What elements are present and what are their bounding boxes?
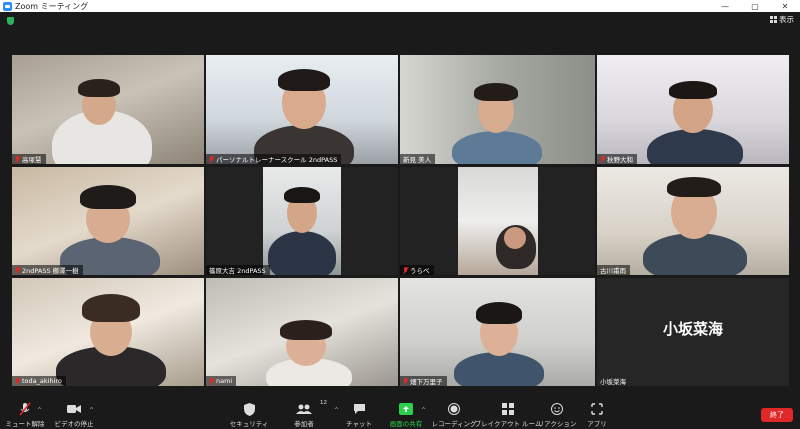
video-tile[interactable]: 秋野大和 [597,55,789,164]
participant-name: nami [206,376,237,386]
participant-name: 秋野大和 [597,154,637,164]
breakout-rooms-button[interactable]: ブレイクアウト ルーム [475,397,541,429]
view-button[interactable]: 表示 [770,14,794,25]
person-hair [278,69,330,91]
security-shield-icon[interactable] [7,17,14,25]
share-screen-icon: ^ [399,401,426,417]
person-hair [474,83,518,101]
chat-bubble-icon [353,401,366,417]
video-tile[interactable]: 畑下万里子 [400,278,595,386]
video-tile-active-speaker[interactable]: 新見 美人 [400,55,595,164]
share-screen-button[interactable]: ^ 画面の共有 [387,397,426,429]
end-meeting-button[interactable]: 終了 [761,408,793,422]
unmute-button[interactable]: ^ ミュート解除 [5,397,45,429]
person-hair [284,187,320,203]
person-hair [80,185,136,209]
participant-name: 畑下万里子 [400,376,447,386]
video-tile[interactable]: toda_akihiro [12,278,204,386]
mic-muted-icon [15,377,20,385]
participants-count: 12 [320,400,327,406]
grid-view-icon [770,16,777,23]
title-bar: Zoom ミーティング — ▢ ✕ [0,0,800,12]
window-title: Zoom ミーティング [15,1,89,11]
minimize-button[interactable]: — [710,2,740,11]
participant-name: 古川甫雨 [597,265,630,275]
mic-muted-icon [209,377,214,385]
apps-icon [591,401,603,417]
participant-name: うらべ [400,265,434,275]
person-hair [669,81,717,99]
mic-muted-icon [209,155,214,163]
breakout-grid-icon [502,401,514,417]
view-label: 表示 [779,15,794,24]
video-camera-icon: ^ [67,401,94,417]
person-body [452,131,542,164]
video-tile[interactable]: nami [206,278,398,386]
participant-name: 新見 美人 [400,154,436,164]
mic-muted-icon [600,155,605,163]
zoom-logo-icon [3,1,12,11]
video-tile[interactable]: 高塚慧 [12,55,204,164]
video-tile-camera-off[interactable]: 小坂菜海 小坂菜海 [597,278,789,386]
record-button[interactable]: レコーディング [431,397,477,429]
participant-name: 篠原大吉 2ndPASS [206,265,270,275]
meeting-top-strip [0,12,800,32]
person-body [454,352,544,386]
participant-name: パーソナルトレーナースクール 2ndPASS [206,154,342,164]
participant-name: toda_akihiro [12,376,66,386]
video-tile[interactable]: パーソナルトレーナースクール 2ndPASS [206,55,398,164]
video-tile[interactable]: うらべ [400,167,595,275]
mic-muted-icon [403,377,408,385]
person-hair [82,294,140,322]
record-icon [448,401,460,417]
person-body [643,233,747,275]
mic-muted-icon [15,155,20,163]
smiley-icon [551,401,563,417]
reactions-button[interactable]: リアクション [538,397,576,429]
shield-icon [243,401,255,417]
person-hair [476,302,522,324]
participant-name: 高塚慧 [12,154,46,164]
video-tile[interactable]: 古川甫雨 [597,167,789,275]
person-hair [667,177,721,197]
maximize-button[interactable]: ▢ [740,2,770,11]
person-hair [280,320,332,340]
participant-name: 小坂菜海 [600,378,626,386]
participant-display-name: 小坂菜海 [662,320,723,338]
video-tile[interactable]: 篠原大吉 2ndPASS [206,167,398,275]
participants-icon: 12 ^ [296,400,339,417]
security-button[interactable]: セキュリティ [230,397,268,429]
stop-video-button[interactable]: ^ ビデオの停止 [52,397,96,429]
participant-name: 2ndPASS 櫛澤一樹 [12,265,83,275]
mic-muted-icon: ^ [19,401,42,417]
video-tile[interactable]: 2ndPASS 櫛澤一樹 [12,167,204,275]
participants-button[interactable]: 12 ^ 参加者 [288,397,339,429]
close-button[interactable]: ✕ [770,2,800,11]
mic-muted-icon [15,266,20,274]
apps-button[interactable]: アプリ [585,397,609,429]
mic-muted-icon [403,266,408,274]
person-hair [78,79,120,97]
person-head [504,227,526,249]
person-body [268,231,336,275]
chat-button[interactable]: チャット [345,397,373,429]
